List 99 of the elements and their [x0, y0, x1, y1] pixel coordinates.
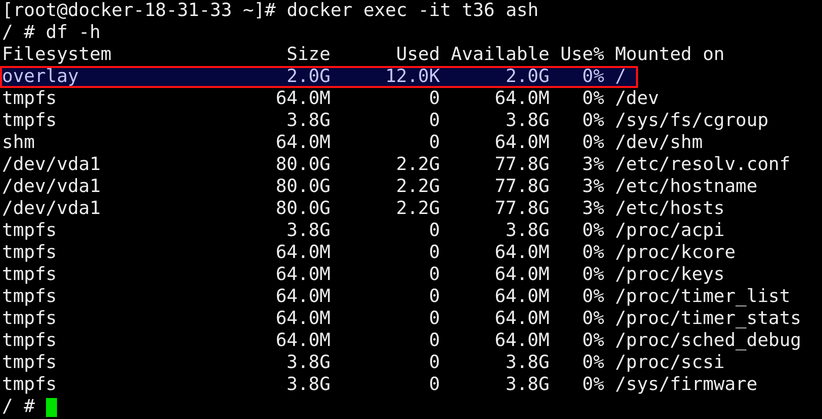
table-cell-text: 64.0M: [274, 133, 330, 153]
table-cell-text: /dev/vda1: [2, 199, 102, 219]
table-cell-text: 3%: [581, 177, 604, 197]
table-cell-text: 64.0M: [274, 287, 330, 307]
table-cell-text: 3%: [581, 199, 604, 219]
table-cell-text: 0%: [581, 243, 604, 263]
table-cell-text: tmpfs: [2, 375, 58, 395]
table-cell-text: 0: [428, 287, 440, 307]
table-cell-text: overlay: [2, 67, 80, 87]
column-header: Available: [450, 45, 550, 65]
table-cell-text: 0: [428, 133, 440, 153]
table-cell: /etc/hostname: [615, 177, 758, 197]
table-cell-text: 0: [428, 89, 440, 109]
table-cell: /proc/sched_debug: [615, 331, 802, 351]
table-cell-text: 0%: [581, 221, 604, 241]
table-cell: /sys/fs/cgroup: [615, 111, 768, 131]
table-cell-text: 0%: [581, 375, 604, 395]
table-cell-text: 3.8G: [286, 221, 330, 241]
table-cell-text: 77.8G: [494, 177, 550, 197]
table-cell-text: 0%: [581, 67, 604, 87]
column-header: Mounted on: [615, 45, 725, 65]
terminal-line: [root@docker-18-31-33 ~]# docker exec -it t36 ash: [2, 1, 539, 21]
table-cell-text: 80.0G: [274, 155, 330, 175]
table-cell-text: 64.0M: [494, 243, 550, 263]
table-cell-text: 80.0G: [274, 177, 330, 197]
table-cell-text: 64.0M: [494, 89, 550, 109]
table-cell-text: 0: [428, 309, 440, 329]
table-cell: /dev: [615, 89, 659, 109]
table-cell: /etc/hosts: [615, 199, 725, 219]
table-cell-text: /dev/vda1: [2, 155, 102, 175]
table-cell-text: 64.0M: [494, 265, 550, 285]
table-cell-text: 64.0M: [494, 133, 550, 153]
table-cell-text: 0: [428, 375, 440, 395]
table-cell-text: 0%: [581, 331, 604, 351]
table-cell-text: shm: [2, 133, 36, 153]
table-cell-text: 3.8G: [504, 221, 550, 241]
table-cell-text: 3.8G: [504, 375, 550, 395]
table-cell-text: 0%: [581, 111, 604, 131]
table-cell: /proc/keys: [615, 265, 725, 285]
table-cell-text: tmpfs: [2, 265, 58, 285]
table-cell-text: 64.0M: [494, 331, 550, 351]
table-cell-text: tmpfs: [2, 243, 58, 263]
table-cell-text: 3.8G: [504, 353, 550, 373]
table-cell-text: 3.8G: [286, 353, 330, 373]
table-cell: /etc/resolv.conf: [615, 155, 790, 175]
table-cell: /: [615, 67, 626, 87]
table-cell-text: 3.8G: [286, 111, 330, 131]
table-cell-text: 64.0M: [274, 243, 330, 263]
table-cell-text: 0: [428, 111, 440, 131]
table-cell-text: 64.0M: [274, 309, 330, 329]
table-cell-text: 80.0G: [274, 199, 330, 219]
table-cell: /proc/scsi: [615, 353, 725, 373]
table-cell-text: tmpfs: [2, 287, 58, 307]
table-cell: /dev/shm: [615, 133, 703, 153]
terminal-line: / # df -h: [2, 23, 101, 43]
column-header: Used: [395, 45, 440, 65]
prompt: / #: [2, 397, 35, 417]
table-cell-text: 3.8G: [504, 111, 550, 131]
table-cell-text: 0%: [581, 89, 604, 109]
table-cell-text: 3%: [581, 155, 604, 175]
table-cell-text: 2.0G: [504, 67, 550, 87]
table-cell-text: 77.8G: [494, 199, 550, 219]
table-cell-text: tmpfs: [2, 309, 58, 329]
column-header: Filesystem: [2, 45, 112, 65]
table-cell-text: 0%: [581, 309, 604, 329]
table-cell-text: 0: [428, 331, 440, 351]
table-cell-text: 0%: [581, 287, 604, 307]
table-cell-text: 2.2G: [395, 177, 440, 197]
table-cell: /proc/kcore: [615, 243, 736, 263]
table-cell-text: 77.8G: [494, 155, 550, 175]
table-cell-text: 12.0K: [384, 67, 440, 87]
table-cell-text: 2.2G: [395, 155, 440, 175]
table-cell-text: 0%: [581, 133, 604, 153]
table-cell: /proc/acpi: [615, 221, 725, 241]
table-cell-text: tmpfs: [2, 111, 58, 131]
table-cell-text: tmpfs: [2, 331, 58, 351]
table-cell-text: /dev/vda1: [2, 177, 102, 197]
table-cell-text: tmpfs: [2, 89, 58, 109]
table-cell: /proc/timer_list: [615, 287, 790, 307]
table-cell-text: 0: [428, 221, 440, 241]
table-cell-text: 0: [428, 243, 440, 263]
table-cell: /proc/timer_stats: [615, 309, 802, 329]
table-cell: /sys/firmware: [615, 375, 758, 395]
table-cell-text: 0%: [581, 353, 604, 373]
table-cell-text: 64.0M: [274, 265, 330, 285]
table-cell-text: 64.0M: [494, 309, 550, 329]
table-cell-text: 3.8G: [286, 375, 330, 395]
table-cell-text: 2.2G: [395, 199, 440, 219]
table-cell-text: 64.0M: [274, 89, 330, 109]
table-cell-text: 0%: [581, 265, 604, 285]
column-header: Size: [286, 45, 330, 65]
table-cell-text: 2.0G: [286, 67, 330, 87]
table-cell-text: tmpfs: [2, 221, 58, 241]
table-cell-text: 64.0M: [494, 287, 550, 307]
table-cell-text: 64.0M: [274, 331, 330, 351]
column-header: Use%: [560, 45, 604, 65]
table-cell-text: tmpfs: [2, 353, 58, 373]
table-cell-text: 0: [428, 353, 440, 373]
table-cell-text: 0: [428, 265, 440, 285]
